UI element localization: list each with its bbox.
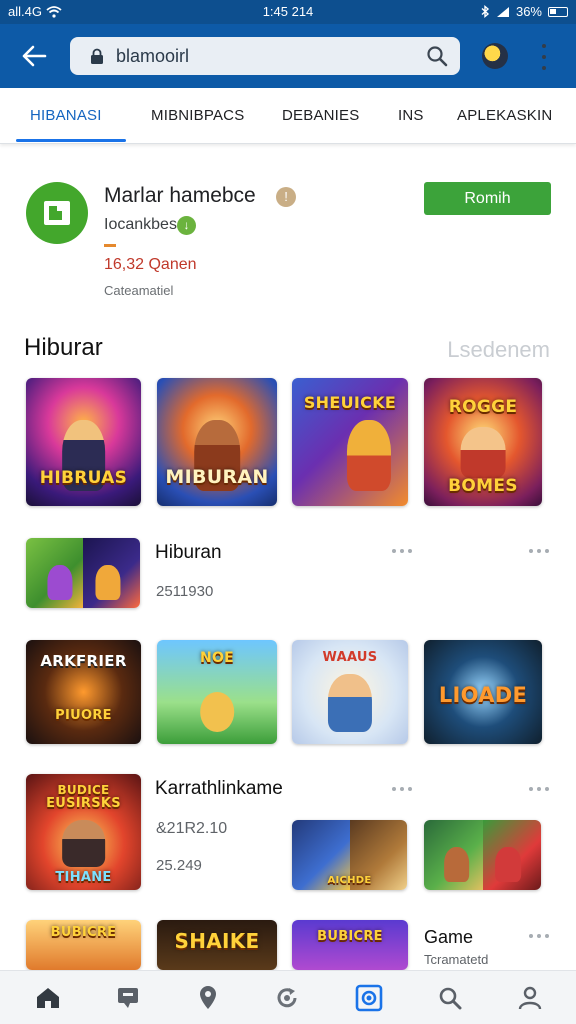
search-icon[interactable] bbox=[422, 41, 452, 71]
accent-divider bbox=[104, 244, 116, 247]
status-bar: all.4G 1:45 214 36% bbox=[0, 0, 576, 24]
search-query[interactable]: blamooirl bbox=[116, 46, 422, 67]
game-tile-subtitle: EUSIRSKS bbox=[46, 796, 121, 812]
featured-app-title[interactable]: Marlar hamebce bbox=[104, 184, 256, 208]
row-meta: Tcramatetd bbox=[424, 952, 489, 967]
tab-hibanasi[interactable]: HIBANASI bbox=[30, 107, 102, 124]
game-tile[interactable]: ROGGE BOMES bbox=[424, 378, 542, 506]
camera-icon[interactable] bbox=[355, 984, 383, 1012]
game-tile[interactable] bbox=[424, 820, 541, 890]
game-tile-title: LIOADE bbox=[438, 682, 528, 707]
section-title: Hiburar bbox=[24, 334, 103, 361]
bottom-navigation bbox=[0, 970, 576, 1024]
search-icon[interactable] bbox=[436, 984, 464, 1012]
game-tile[interactable]: BUBICRE bbox=[292, 920, 408, 970]
install-button[interactable]: Romih bbox=[424, 182, 551, 215]
game-tile-title: SHEUICKE bbox=[303, 393, 397, 413]
app-bar: blamooirl bbox=[0, 24, 576, 88]
tab-debanies[interactable]: DEBANIES bbox=[282, 107, 359, 124]
game-tile[interactable]: BUDICE EUSIRSKS TIHANE bbox=[26, 774, 141, 890]
search-field[interactable]: blamooirl bbox=[70, 37, 460, 75]
game-tile-title: SHAIKE bbox=[174, 929, 260, 953]
more-options-icon[interactable] bbox=[529, 548, 549, 554]
signal-icon bbox=[496, 6, 509, 17]
game-tile-title: MIBURAN bbox=[165, 466, 269, 489]
game-tile[interactable] bbox=[26, 538, 140, 608]
game-tile-title: BUBICRE bbox=[50, 925, 117, 940]
tab-ins[interactable]: INS bbox=[398, 107, 424, 124]
game-tile-subtitle: PIUORE bbox=[55, 708, 112, 724]
map-pin-icon[interactable] bbox=[194, 984, 222, 1012]
game-tile-subtitle: BOMES bbox=[448, 475, 518, 496]
see-more-link[interactable]: Lsedenem bbox=[447, 337, 550, 363]
verified-icon: ! bbox=[276, 187, 296, 207]
more-options-icon[interactable] bbox=[529, 933, 549, 939]
tab-mibnibpacs[interactable]: MIBNIBPACS bbox=[151, 107, 244, 124]
account-avatar[interactable] bbox=[482, 43, 508, 69]
more-options-icon[interactable] bbox=[392, 786, 412, 792]
featured-games-count: 16,32 Qanen bbox=[104, 256, 197, 273]
game-tile-title: WAAUS bbox=[322, 650, 378, 666]
more-options-icon[interactable] bbox=[392, 548, 412, 554]
row-title[interactable]: Karrathlinkame bbox=[155, 778, 283, 800]
more-options-icon[interactable] bbox=[536, 44, 552, 70]
lock-icon bbox=[86, 45, 108, 67]
featured-app-icon[interactable] bbox=[26, 182, 88, 244]
back-button[interactable] bbox=[18, 40, 50, 72]
game-tile[interactable]: NOE bbox=[157, 640, 277, 744]
featured-app-developer[interactable]: Iocankbes bbox=[104, 216, 177, 234]
chat-icon[interactable] bbox=[114, 984, 142, 1012]
row-meta: 2511930 bbox=[156, 583, 214, 600]
tab-aplekaskin[interactable]: APLEKASKIN bbox=[457, 107, 552, 124]
game-tile-title: ROGGE bbox=[448, 397, 518, 418]
row-title[interactable]: Hiburan bbox=[155, 542, 222, 564]
game-tile-title: HIBRUAS bbox=[39, 468, 128, 489]
arrow-left-icon bbox=[22, 45, 47, 67]
refresh-icon[interactable] bbox=[273, 984, 301, 1012]
battery-icon bbox=[548, 6, 568, 17]
game-tile[interactable]: BUBICRE bbox=[26, 920, 141, 970]
home-icon[interactable] bbox=[34, 984, 62, 1012]
game-tile[interactable]: LIOADE bbox=[424, 640, 542, 744]
active-tab-indicator bbox=[16, 139, 126, 142]
game-tile-title: BUBICRE bbox=[317, 929, 383, 944]
row-title[interactable]: Game bbox=[424, 927, 473, 948]
profile-icon[interactable] bbox=[516, 984, 544, 1012]
game-tile[interactable]: SHEUICKE bbox=[292, 378, 408, 506]
more-options-icon[interactable] bbox=[529, 786, 549, 792]
game-tile[interactable]: SHAIKE bbox=[157, 920, 277, 970]
battery-percent: 36% bbox=[515, 4, 542, 19]
row-meta: &21R2.10 bbox=[156, 820, 228, 837]
game-tile-title: NOE bbox=[199, 650, 235, 667]
game-tile-title: AICHDE bbox=[327, 874, 372, 886]
game-tile[interactable]: ARKFRIER PIUORE bbox=[26, 640, 141, 744]
bluetooth-icon bbox=[481, 5, 490, 18]
download-badge-icon: ↓ bbox=[177, 216, 196, 235]
game-tile[interactable]: WAAUS bbox=[292, 640, 408, 744]
game-tile-caption: TIHANE bbox=[55, 870, 112, 886]
game-tile[interactable]: AICHDE bbox=[292, 820, 407, 890]
game-tile[interactable]: HIBRUAS bbox=[26, 378, 141, 506]
row-meta-secondary: 25.249 bbox=[156, 857, 202, 874]
category-tabs: HIBANASI MIBNIBPACS DEBANIES INS APLEKAS… bbox=[0, 88, 576, 144]
featured-app-subtitle: Cateamatiel bbox=[104, 283, 174, 298]
game-tile-title: ARKFRIER bbox=[40, 652, 127, 671]
game-tile[interactable]: MIBURAN bbox=[157, 378, 277, 506]
